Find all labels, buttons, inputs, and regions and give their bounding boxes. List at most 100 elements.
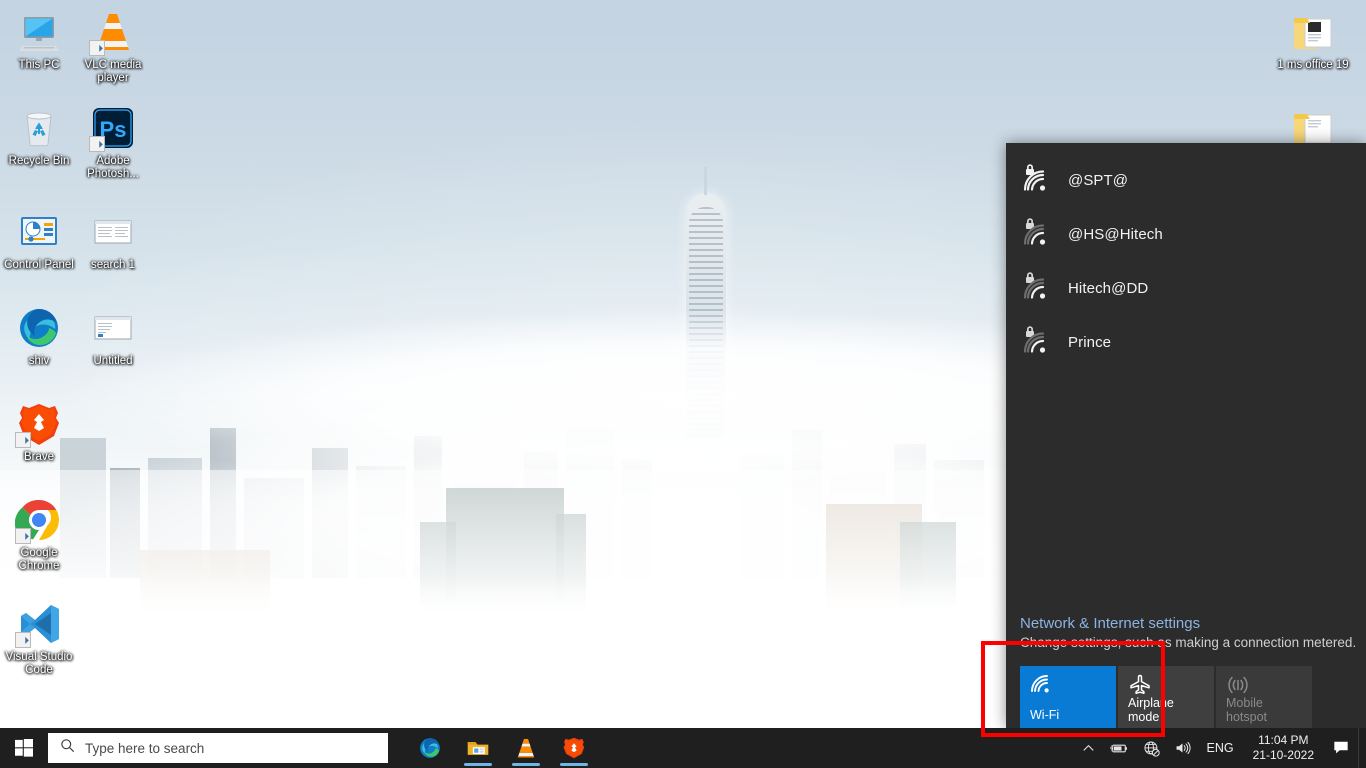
tile-mobile-hotspot[interactable]: Mobile hotspot [1216, 666, 1312, 728]
running-indicator [512, 763, 540, 766]
wifi-secured-icon [1020, 326, 1054, 358]
desktop-icon-chrome[interactable]: Google Chrome [2, 496, 76, 573]
running-indicator [560, 763, 588, 766]
search-placeholder-text: Type here to search [85, 740, 205, 756]
desktop-icon-label: Untitled [93, 355, 133, 367]
adobe-photoshop-icon: Ps [89, 104, 137, 152]
wifi-network-item[interactable]: Prince [1006, 315, 1366, 369]
start-button[interactable] [0, 728, 48, 768]
desktop-icon-label: This PC [18, 59, 60, 71]
brave-lion-icon [563, 737, 585, 759]
taskbar-app-edge[interactable] [406, 728, 454, 768]
show-hidden-icons-button[interactable] [1075, 728, 1102, 768]
wifi-network-item[interactable]: Hitech@DD [1006, 261, 1366, 315]
globe-no-internet-icon [1143, 740, 1160, 757]
tile-airplane-mode[interactable]: Airplane mode [1118, 666, 1214, 728]
wifi-secured-icon [1020, 218, 1054, 250]
wifi-network-item[interactable]: @HS@Hitech [1006, 207, 1366, 261]
network-tray-icon-button[interactable] [1136, 728, 1167, 768]
desktop-icon-control-panel[interactable]: Control Panel [2, 208, 76, 272]
wifi-network-ssid: @SPT@ [1068, 171, 1129, 189]
airplane-icon [1128, 674, 1152, 696]
network-settings-block: Network & Internet settings Change setti… [1006, 615, 1366, 660]
tile-label: Wi-Fi [1030, 708, 1060, 722]
show-desktop-button[interactable] [1358, 728, 1366, 768]
taskbar-app-buttons [406, 728, 598, 768]
desktop-icon-recycle-bin[interactable]: Recycle Bin [2, 104, 76, 168]
taskbar-app-file-explorer[interactable] [454, 728, 502, 768]
file-explorer-icon [467, 742, 489, 755]
hotspot-icon [1226, 674, 1250, 696]
search-input[interactable]: Type here to search [48, 733, 388, 763]
vlc-cone-icon [89, 8, 137, 56]
shortcut-overlay-icon [89, 40, 105, 56]
desktop-icon-label: Recycle Bin [8, 155, 70, 167]
desktop-icon-shiv[interactable]: shiv [2, 304, 76, 368]
desktop-icon-brave[interactable]: Brave [2, 400, 76, 464]
microsoft-edge-icon [15, 304, 63, 352]
battery-tray-icon-button[interactable] [1102, 728, 1136, 768]
desktop-icon-vlc[interactable]: VLC media player [76, 8, 150, 85]
speaker-icon [1176, 741, 1191, 755]
desktop-icon-ms-office-folder[interactable]: 1 ms office 19 [1276, 8, 1350, 72]
taskbar-clock[interactable]: 11:04 PM 21-10-2022 [1243, 733, 1324, 763]
running-indicator [464, 763, 492, 766]
desktop-icon-photoshop[interactable]: Ps Adobe Photosh... [76, 104, 150, 181]
vlc-cone-icon [517, 739, 535, 758]
clock-date: 21-10-2022 [1252, 748, 1314, 762]
desktop-icon-search-1[interactable]: search 1 [76, 208, 150, 272]
search-icon [60, 738, 75, 758]
system-tray: ENG 11:04 PM 21-10-2022 [1075, 728, 1366, 768]
battery-charging-icon [1109, 744, 1127, 752]
microsoft-edge-icon [420, 738, 440, 758]
desktop-icon-label: search 1 [90, 259, 136, 271]
document-icon [89, 208, 137, 256]
desktop-icon-label: Brave [23, 451, 55, 463]
brave-lion-icon [15, 400, 63, 448]
action-center-button[interactable] [1324, 728, 1358, 768]
language-indicator[interactable]: ENG [1198, 741, 1243, 755]
recycle-bin-icon [15, 104, 63, 152]
wifi-network-item[interactable]: @SPT@ [1006, 153, 1366, 207]
control-panel-icon [15, 208, 63, 256]
network-settings-subtitle: Change settings, such as making a connec… [1020, 635, 1357, 650]
shortcut-overlay-icon [15, 528, 31, 544]
wifi-network-ssid: Prince [1068, 333, 1112, 351]
network-internet-settings-link[interactable]: Network & Internet settings [1020, 615, 1200, 632]
central-tower [686, 167, 726, 438]
desktop-icon-label: Control Panel [4, 259, 74, 271]
volume-tray-icon-button[interactable] [1167, 728, 1198, 768]
taskbar-app-brave[interactable] [550, 728, 598, 768]
taskbar: Type here to search ENG 11:04 PM 21-10-2… [0, 728, 1366, 768]
desktop-icon-this-pc[interactable]: This PC [2, 8, 76, 72]
shortcut-overlay-icon [15, 632, 31, 648]
desktop-icon-label: Visual Studio Code [5, 651, 73, 676]
quick-action-tiles: Wi-Fi Airplane mode Mobile hotspot [1006, 660, 1366, 728]
wifi-flyout-panel: @SPT@ @HS@Hitech Hitech@DD Prince Networ… [1006, 143, 1366, 728]
desktop-icon-vscode[interactable]: Visual Studio Code [2, 600, 76, 677]
desktop-screen: This PC VLC media player Recycle Bin Ps … [0, 0, 1366, 768]
wifi-network-ssid: Hitech@DD [1068, 279, 1149, 297]
desktop-icon-label: Adobe Photosh... [87, 155, 139, 180]
folder-icon [1289, 8, 1337, 56]
tile-wifi[interactable]: Wi-Fi [1020, 666, 1116, 728]
shortcut-overlay-icon [89, 136, 105, 152]
google-chrome-icon [14, 496, 63, 544]
wifi-network-ssid: @HS@Hitech [1068, 225, 1163, 243]
wifi-network-list: @SPT@ @HS@Hitech Hitech@DD Prince [1006, 143, 1366, 369]
desktop-icon-label: VLC media player [84, 59, 142, 84]
shortcut-overlay-icon [15, 432, 31, 448]
notifications-icon [1334, 741, 1348, 754]
this-pc-icon [15, 8, 63, 56]
document-icon [89, 304, 137, 352]
windows-logo-icon [15, 739, 33, 757]
desktop-icon-label: shiv [28, 355, 50, 367]
wifi-secured-icon [1020, 272, 1054, 304]
wifi-icon [1030, 674, 1054, 696]
desktop-icon-untitled[interactable]: Untitled [76, 304, 150, 368]
chevron-up-icon [1083, 744, 1094, 751]
taskbar-app-vlc[interactable] [502, 728, 550, 768]
desktop-icon-label: Google Chrome [18, 547, 60, 572]
wifi-secured-icon [1020, 164, 1054, 196]
visual-studio-code-icon [15, 600, 63, 648]
